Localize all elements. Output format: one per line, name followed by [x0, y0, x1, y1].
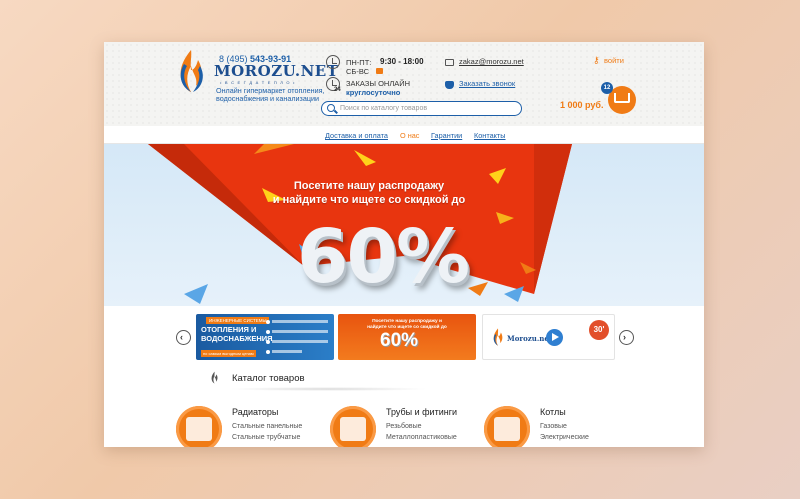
slide-heating[interactable]: ИНЖЕНЕРНЫЕ СИСТЕМЫ ОТОПЛЕНИЯ И ВОДОСНАБЖ… [196, 314, 334, 360]
nav-item-guarantees[interactable]: Гарантии [431, 131, 462, 140]
closed-lock-icon [376, 68, 383, 74]
cart-count-badge: 12 [601, 82, 613, 94]
hero-discount-percent: 60% [297, 214, 470, 300]
category-boilers[interactable]: Котлы [540, 407, 566, 417]
category-link[interactable]: Газовые [540, 423, 567, 430]
slide1-feature-line [272, 320, 328, 323]
radiator-icon-inner [186, 417, 212, 441]
brand-name[interactable]: MOROZU.NET [214, 62, 338, 80]
nav-item-about[interactable]: О нас [400, 131, 419, 140]
site-header: 8 (495) 543-93-91 MOROZU.NET • В С Е Г Д… [104, 42, 704, 126]
category-link[interactable]: Резьбовые [386, 423, 422, 430]
online-orders-label: ЗАКАЗЫ ОНЛАЙН [346, 79, 411, 88]
bullet-icon [266, 350, 270, 354]
search-box[interactable] [321, 101, 522, 116]
phone-icon [445, 81, 454, 89]
hero-headline: Посетите нашу распродажу и найдите что и… [244, 179, 494, 207]
play-icon[interactable] [546, 329, 563, 346]
flame-logo-icon [493, 328, 503, 346]
slider-prev-button[interactable]: ‹ [176, 330, 191, 345]
cart-icon [614, 93, 630, 103]
slide2-percent: 60% [380, 330, 419, 351]
mail-icon [445, 59, 454, 66]
hours-24-badge: 24 [334, 87, 341, 93]
search-input[interactable] [340, 103, 518, 114]
pipe-icon[interactable] [330, 406, 376, 447]
slide-video[interactable]: Morozu.net 30' [482, 314, 615, 360]
nav-item-delivery[interactable]: Доставка и оплата [325, 131, 388, 140]
catalog-title: Каталог товаров [232, 373, 305, 384]
work-hours-value: 9:30 - 18:00 [380, 57, 424, 66]
slide1-tag: ИНЖЕНЕРНЫЕ СИСТЕМЫ [206, 317, 270, 324]
category-pipes[interactable]: Трубы и фитинги [386, 407, 457, 417]
slide1-subtitle: по самым выгодным ценам [201, 350, 256, 357]
online-orders: ЗАКАЗЫ ОНЛАЙН круглосуточно [346, 79, 410, 97]
category-link[interactable]: Стальные панельные [232, 423, 302, 430]
slide1-feature-line [272, 330, 328, 333]
chevron-right-icon: › [623, 332, 626, 342]
search-icon[interactable] [327, 104, 335, 112]
hero-banner[interactable]: Посетите нашу распродажу и найдите что и… [104, 144, 704, 306]
radiator-icon[interactable] [176, 406, 222, 447]
website-page: 8 (495) 543-93-91 MOROZU.NET • В С Е Г Д… [104, 42, 704, 447]
category-link[interactable]: Металлопластиковые [386, 434, 457, 441]
brand-slogan: • В С Е Г Д А Т Е П Л О • [220, 80, 296, 85]
bullet-icon [266, 340, 270, 344]
flame-icon [211, 371, 218, 384]
category-link[interactable]: Электрические [540, 434, 589, 441]
email-link[interactable]: zakaz@morozu.net [459, 57, 524, 66]
boiler-icon[interactable] [484, 406, 530, 447]
cart-total[interactable]: 1 000 руб. [560, 100, 603, 110]
site-tagline: Онлайн гипермаркет отопления, водоснабже… [216, 86, 325, 103]
slide1-feature-line [272, 340, 328, 343]
hero-line-1: Посетите нашу распродажу [293, 180, 445, 192]
catalog-divider [228, 387, 428, 391]
slide1-title: ОТОПЛЕНИЯ И ВОДОСНАБЖЕНИЯ [201, 325, 273, 343]
main-nav: Доставка и оплата О нас Гарантии Контакт… [104, 126, 704, 144]
online-orders-value: круглосуточно [346, 88, 401, 97]
boiler-icon-inner [494, 417, 520, 441]
callback-link[interactable]: Заказать звонок [459, 79, 515, 88]
hero-line-2: и найдите что ищете со скидкой до [272, 194, 466, 206]
category-radiators[interactable]: Радиаторы [232, 407, 278, 417]
category-link[interactable]: Стальные трубчатые [232, 434, 300, 441]
slide3-badge: 30' [589, 320, 609, 340]
work-hours-label: ПН-ПТ: СБ-ВС [346, 58, 372, 76]
bullet-icon [266, 320, 270, 324]
chevron-left-icon: ‹ [180, 332, 183, 342]
slider-next-button[interactable]: › [619, 330, 634, 345]
bullet-icon [266, 330, 270, 334]
clock-icon [326, 55, 340, 69]
login-link[interactable]: войти [604, 56, 624, 65]
slide1-feature-line [272, 350, 302, 353]
flame-logo-icon[interactable] [174, 48, 208, 94]
nav-item-contacts[interactable]: Контакты [474, 131, 506, 140]
slide-sale[interactable]: Посетите нашу распродажу и найдите что и… [338, 314, 476, 360]
key-icon: ⚷ [593, 55, 600, 65]
pipe-icon-inner [340, 417, 366, 441]
